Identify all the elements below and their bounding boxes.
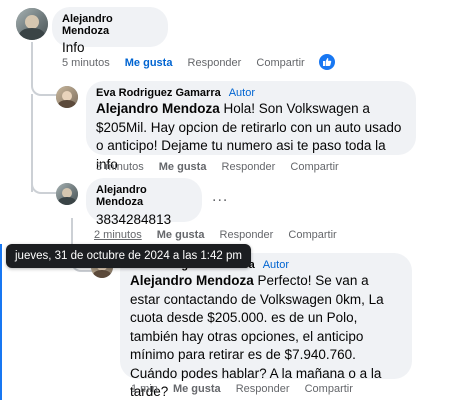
like-button[interactable]: Me gusta bbox=[125, 57, 173, 69]
comment-actions-2: 3 minutos Me gusta Responder Compartir bbox=[96, 161, 351, 173]
avatar-alejandro[interactable] bbox=[16, 8, 48, 40]
share-button[interactable]: Compartir bbox=[290, 161, 338, 173]
like-button[interactable]: Me gusta bbox=[159, 161, 207, 173]
thread-highlight bbox=[0, 244, 2, 400]
reply-button[interactable]: Responder bbox=[236, 383, 290, 395]
avatar-alejandro[interactable] bbox=[56, 183, 78, 205]
author-badge: Autor bbox=[228, 87, 256, 99]
comment-author[interactable]: Eva Rodriguez Gamarra bbox=[96, 87, 221, 99]
comment-time[interactable]: 5 minutos bbox=[62, 57, 110, 69]
comment-bubble-1: Alejandro Mendoza Info bbox=[52, 7, 168, 55]
like-button[interactable]: Me gusta bbox=[173, 383, 221, 395]
comment-time[interactable]: 1 min bbox=[131, 383, 158, 395]
comment-time[interactable]: 3 minutos bbox=[96, 161, 144, 173]
comment-bubble-3: Alejandro Mendoza 3834284813 bbox=[86, 178, 202, 227]
share-button[interactable]: Compartir bbox=[256, 57, 304, 69]
comment-time[interactable]: 2 minutos bbox=[94, 229, 142, 241]
author-badge: Autor bbox=[262, 259, 290, 271]
reply-button[interactable]: Responder bbox=[220, 229, 274, 241]
comment-author[interactable]: Alejandro Mendoza bbox=[62, 13, 158, 37]
comment-text: 3834284813 bbox=[96, 212, 172, 227]
comment-actions-3: 2 minutos Me gusta Responder Compartir bbox=[94, 229, 349, 241]
comment-author[interactable]: Alejandro Mendoza bbox=[96, 184, 192, 208]
comment-actions-4: 1 min Me gusta Responder Compartir bbox=[131, 383, 365, 395]
thread-line-2 bbox=[31, 150, 58, 194]
reply-button[interactable]: Responder bbox=[222, 161, 276, 173]
mention-link[interactable]: Alejandro Mendoza bbox=[96, 101, 220, 116]
avatar-eva[interactable] bbox=[56, 86, 78, 108]
share-button[interactable]: Compartir bbox=[288, 229, 336, 241]
thumbs-up-icon[interactable] bbox=[317, 52, 337, 72]
comment-text: Info bbox=[62, 40, 85, 55]
reply-button[interactable]: Responder bbox=[188, 57, 242, 69]
timestamp-tooltip: jueves, 31 de octubre de 2024 a las 1:42… bbox=[6, 244, 251, 268]
comment-bubble-4: Eva Rodriguez GamarraAutor Alejandro Men… bbox=[120, 253, 412, 399]
share-button[interactable]: Compartir bbox=[305, 383, 353, 395]
comment-actions-1: 5 minutos Me gusta Responder Compartir bbox=[62, 57, 317, 69]
mention-link[interactable]: Alejandro Mendoza bbox=[130, 273, 254, 288]
more-options-icon[interactable]: ... bbox=[212, 188, 228, 206]
thread-line-1 bbox=[31, 42, 58, 96]
like-button[interactable]: Me gusta bbox=[157, 229, 205, 241]
comment-bubble-2: Eva Rodriguez Gamarra Autor Alejandro Men… bbox=[86, 81, 416, 172]
